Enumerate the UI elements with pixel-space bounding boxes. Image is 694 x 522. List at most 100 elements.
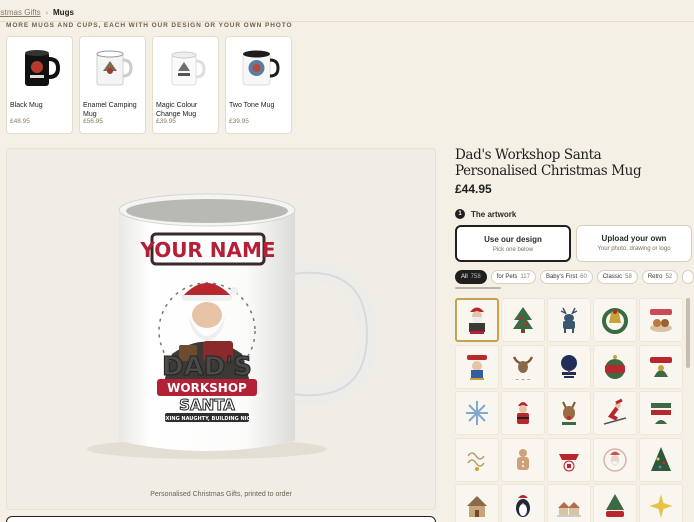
- design-reindeer-christmas[interactable]: [547, 391, 591, 435]
- design-aussie-tree[interactable]: [593, 484, 637, 522]
- filter-chip-more[interactable]: [682, 270, 694, 284]
- product-title: Dad's Workshop Santa Personalised Christ…: [455, 147, 642, 179]
- art-line1-text: DAD'S: [162, 352, 252, 382]
- name-label-text: YOUR NAME: [139, 238, 275, 262]
- bell-wreath-icon: [602, 308, 628, 334]
- mug-preview-image: YOUR NAME DAD'S WORKSHOP SANTA FIXING NA…: [87, 193, 377, 459]
- variant-name: Enamel Camping Mug: [83, 102, 137, 118]
- variant-name: Two Tone Mug: [229, 102, 275, 109]
- filter-chip-all[interactable]: All 758: [455, 270, 487, 284]
- design-snowy-village[interactable]: [547, 484, 591, 522]
- design-merry-christmas-script[interactable]: [455, 437, 499, 482]
- upload-your-own-option[interactable]: Upload your own Your photo, drawing or l…: [576, 225, 692, 262]
- snowy-village-icon: [557, 502, 581, 517]
- design-howzat-cricket[interactable]: [547, 437, 591, 482]
- design-cookies[interactable]: [639, 298, 683, 342]
- option-title: Use our design: [484, 235, 542, 244]
- design-merry-christmas[interactable]: [639, 391, 683, 435]
- design-grid-scrollbar[interactable]: [686, 298, 690, 368]
- variant-card-enamel-camping-mug[interactable]: Enamel Camping Mug £56.95: [79, 36, 146, 134]
- cookies-icon: [650, 309, 672, 332]
- merry-christmas-script-icon: [467, 451, 485, 471]
- design-bell-wreath[interactable]: [593, 298, 637, 342]
- design-christmas-ornament[interactable]: [593, 344, 637, 389]
- breadcrumb-current: Mugs: [53, 8, 74, 17]
- christmas-tree-lights-icon: [651, 446, 671, 471]
- australia-santa-icon: [467, 354, 487, 380]
- filter-chip-babys-first[interactable]: Baby's First 60: [539, 270, 593, 284]
- design-christmas-tree-lights[interactable]: [639, 437, 683, 482]
- breadcrumb-separator-icon: ›: [45, 10, 49, 17]
- christmas-tree-icon: [513, 307, 533, 333]
- santa-portrait-icon: [603, 447, 627, 472]
- magic-colour-mug-icon: [159, 43, 213, 95]
- filter-chips: All 758 for Pets 117 Baby's First 60 Classi…: [455, 270, 694, 284]
- two-tone-mug-icon: [232, 43, 286, 95]
- chip-count: 117: [520, 274, 530, 280]
- aussie-tree-icon: [606, 494, 624, 517]
- design-snowflake[interactable]: [455, 391, 499, 435]
- merry-christmas-icon: [651, 403, 671, 424]
- penguin-icon: [516, 495, 530, 517]
- section-heading: MORE MUGS AND CUPS, EACH WITH OUR DESIGN…: [6, 22, 293, 29]
- step-label: The artwork: [471, 209, 517, 219]
- variant-card-two-tone-mug[interactable]: Two Tone Mug £39.95: [225, 36, 292, 134]
- art-line2-text: WORKSHOP: [167, 381, 247, 395]
- filter-chip-for-pets[interactable]: for Pets 117: [490, 270, 536, 284]
- design-santa-workshop[interactable]: [455, 298, 499, 342]
- step-number-badge: 1: [455, 209, 465, 219]
- black-mug-icon: [13, 43, 67, 95]
- use-our-design-option[interactable]: Use our design Pick one below: [455, 225, 571, 262]
- reindeer-icon: [560, 307, 578, 333]
- snowflake-icon: [466, 401, 488, 425]
- variant-price: £39.95: [156, 118, 176, 125]
- design-tree-sign[interactable]: [547, 344, 591, 389]
- chip-label: Retro: [647, 274, 663, 280]
- design-christmas-tree[interactable]: [501, 298, 545, 342]
- filter-chip-retro[interactable]: Retro 52: [641, 270, 679, 284]
- aussie-christmas-icon: [650, 356, 672, 377]
- variant-price: £48.95: [10, 118, 30, 125]
- bottom-action-button[interactable]: [6, 516, 436, 522]
- breadcrumb: Christmas Gifts › Mugs: [0, 8, 74, 20]
- design-reindeer[interactable]: [547, 298, 591, 342]
- variant-price: £39.95: [229, 118, 249, 125]
- design-gingerbread-sign[interactable]: [501, 437, 545, 482]
- chip-count: 52: [665, 274, 673, 280]
- svg-text:~ ~ ~: ~ ~ ~: [515, 377, 531, 383]
- gingerbread-sign-icon: [517, 448, 529, 470]
- filter-scroll-indicator[interactable]: [455, 287, 501, 289]
- design-moose[interactable]: ~ ~ ~: [501, 344, 545, 389]
- design-santa-skiing[interactable]: [593, 391, 637, 435]
- santa-skiing-icon: [603, 398, 627, 425]
- chip-label: Classic: [602, 274, 623, 280]
- design-australia-santa[interactable]: [455, 344, 499, 389]
- design-star[interactable]: [639, 484, 683, 522]
- christmas-ornament-icon: [605, 354, 625, 379]
- santa-workshop-icon: [469, 307, 485, 334]
- star-icon: [649, 494, 673, 518]
- design-santa-figure[interactable]: [501, 391, 545, 435]
- art-banner-text: FIXING NAUGHTY, BUILDING NICE: [160, 416, 254, 422]
- variant-name: Magic Colour Change Mug: [156, 102, 198, 118]
- moose-icon: ~ ~ ~: [512, 355, 534, 383]
- design-aussie-christmas[interactable]: [639, 344, 683, 389]
- variant-price: £56.95: [83, 118, 103, 125]
- design-grid: ~ ~ ~: [455, 298, 685, 522]
- chip-count: 758: [470, 274, 481, 280]
- variant-name: Black Mug: [10, 102, 43, 109]
- variant-card-black-mug[interactable]: Black Mug £48.95: [6, 36, 73, 134]
- filter-chip-classic[interactable]: Classic 58: [596, 270, 638, 284]
- howzat-cricket-icon: [559, 453, 579, 471]
- design-penguin[interactable]: [501, 484, 545, 522]
- gingerbread-house-icon: [467, 496, 487, 517]
- reindeer-christmas-icon: [562, 401, 576, 425]
- design-santa-portrait[interactable]: [593, 437, 637, 482]
- breadcrumb-parent-link[interactable]: Christmas Gifts: [0, 8, 41, 17]
- preview-caption: Personalised Christmas Gifts, printed to…: [150, 491, 292, 498]
- chip-label: Baby's First: [545, 274, 578, 280]
- variant-card-magic-colour-change-mug[interactable]: Magic Colour Change Mug £39.95: [152, 36, 219, 134]
- santa-figure-icon: [517, 402, 529, 424]
- design-gingerbread-house[interactable]: [455, 484, 499, 522]
- product-preview: YOUR NAME DAD'S WORKSHOP SANTA FIXING NA…: [6, 148, 436, 510]
